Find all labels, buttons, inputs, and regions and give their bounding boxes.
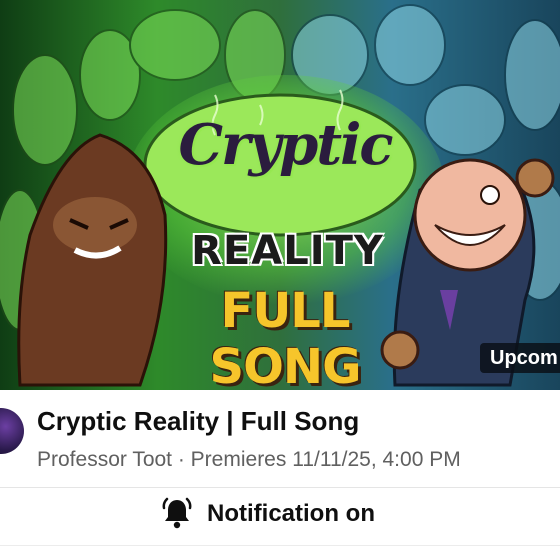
- thumbnail-title-full-song: FULL SONG: [209, 283, 362, 390]
- video-title[interactable]: Cryptic Reality | Full Song: [37, 406, 359, 437]
- video-metadata-row[interactable]: Cryptic Reality | Full Song Professor To…: [0, 390, 560, 486]
- bottom-divider: [0, 545, 560, 546]
- left-character-art: [17, 133, 168, 387]
- thumbnail-title-reality: REALITY: [191, 228, 384, 274]
- channel-avatar[interactable]: [0, 408, 24, 454]
- video-subtitle: Professor Toot · Premieres 11/11/25, 4:0…: [37, 448, 461, 471]
- notification-button[interactable]: Notification on: [0, 488, 560, 540]
- thumbnail-title-cryptic: Cryptic: [178, 112, 393, 178]
- notification-label: Notification on: [207, 500, 375, 527]
- bell-ringing-icon: [162, 497, 192, 529]
- upcoming-badge: Upcom: [480, 343, 560, 373]
- video-thumbnail[interactable]: Cryptic REALITY FULL SONG Upcom: [0, 0, 560, 390]
